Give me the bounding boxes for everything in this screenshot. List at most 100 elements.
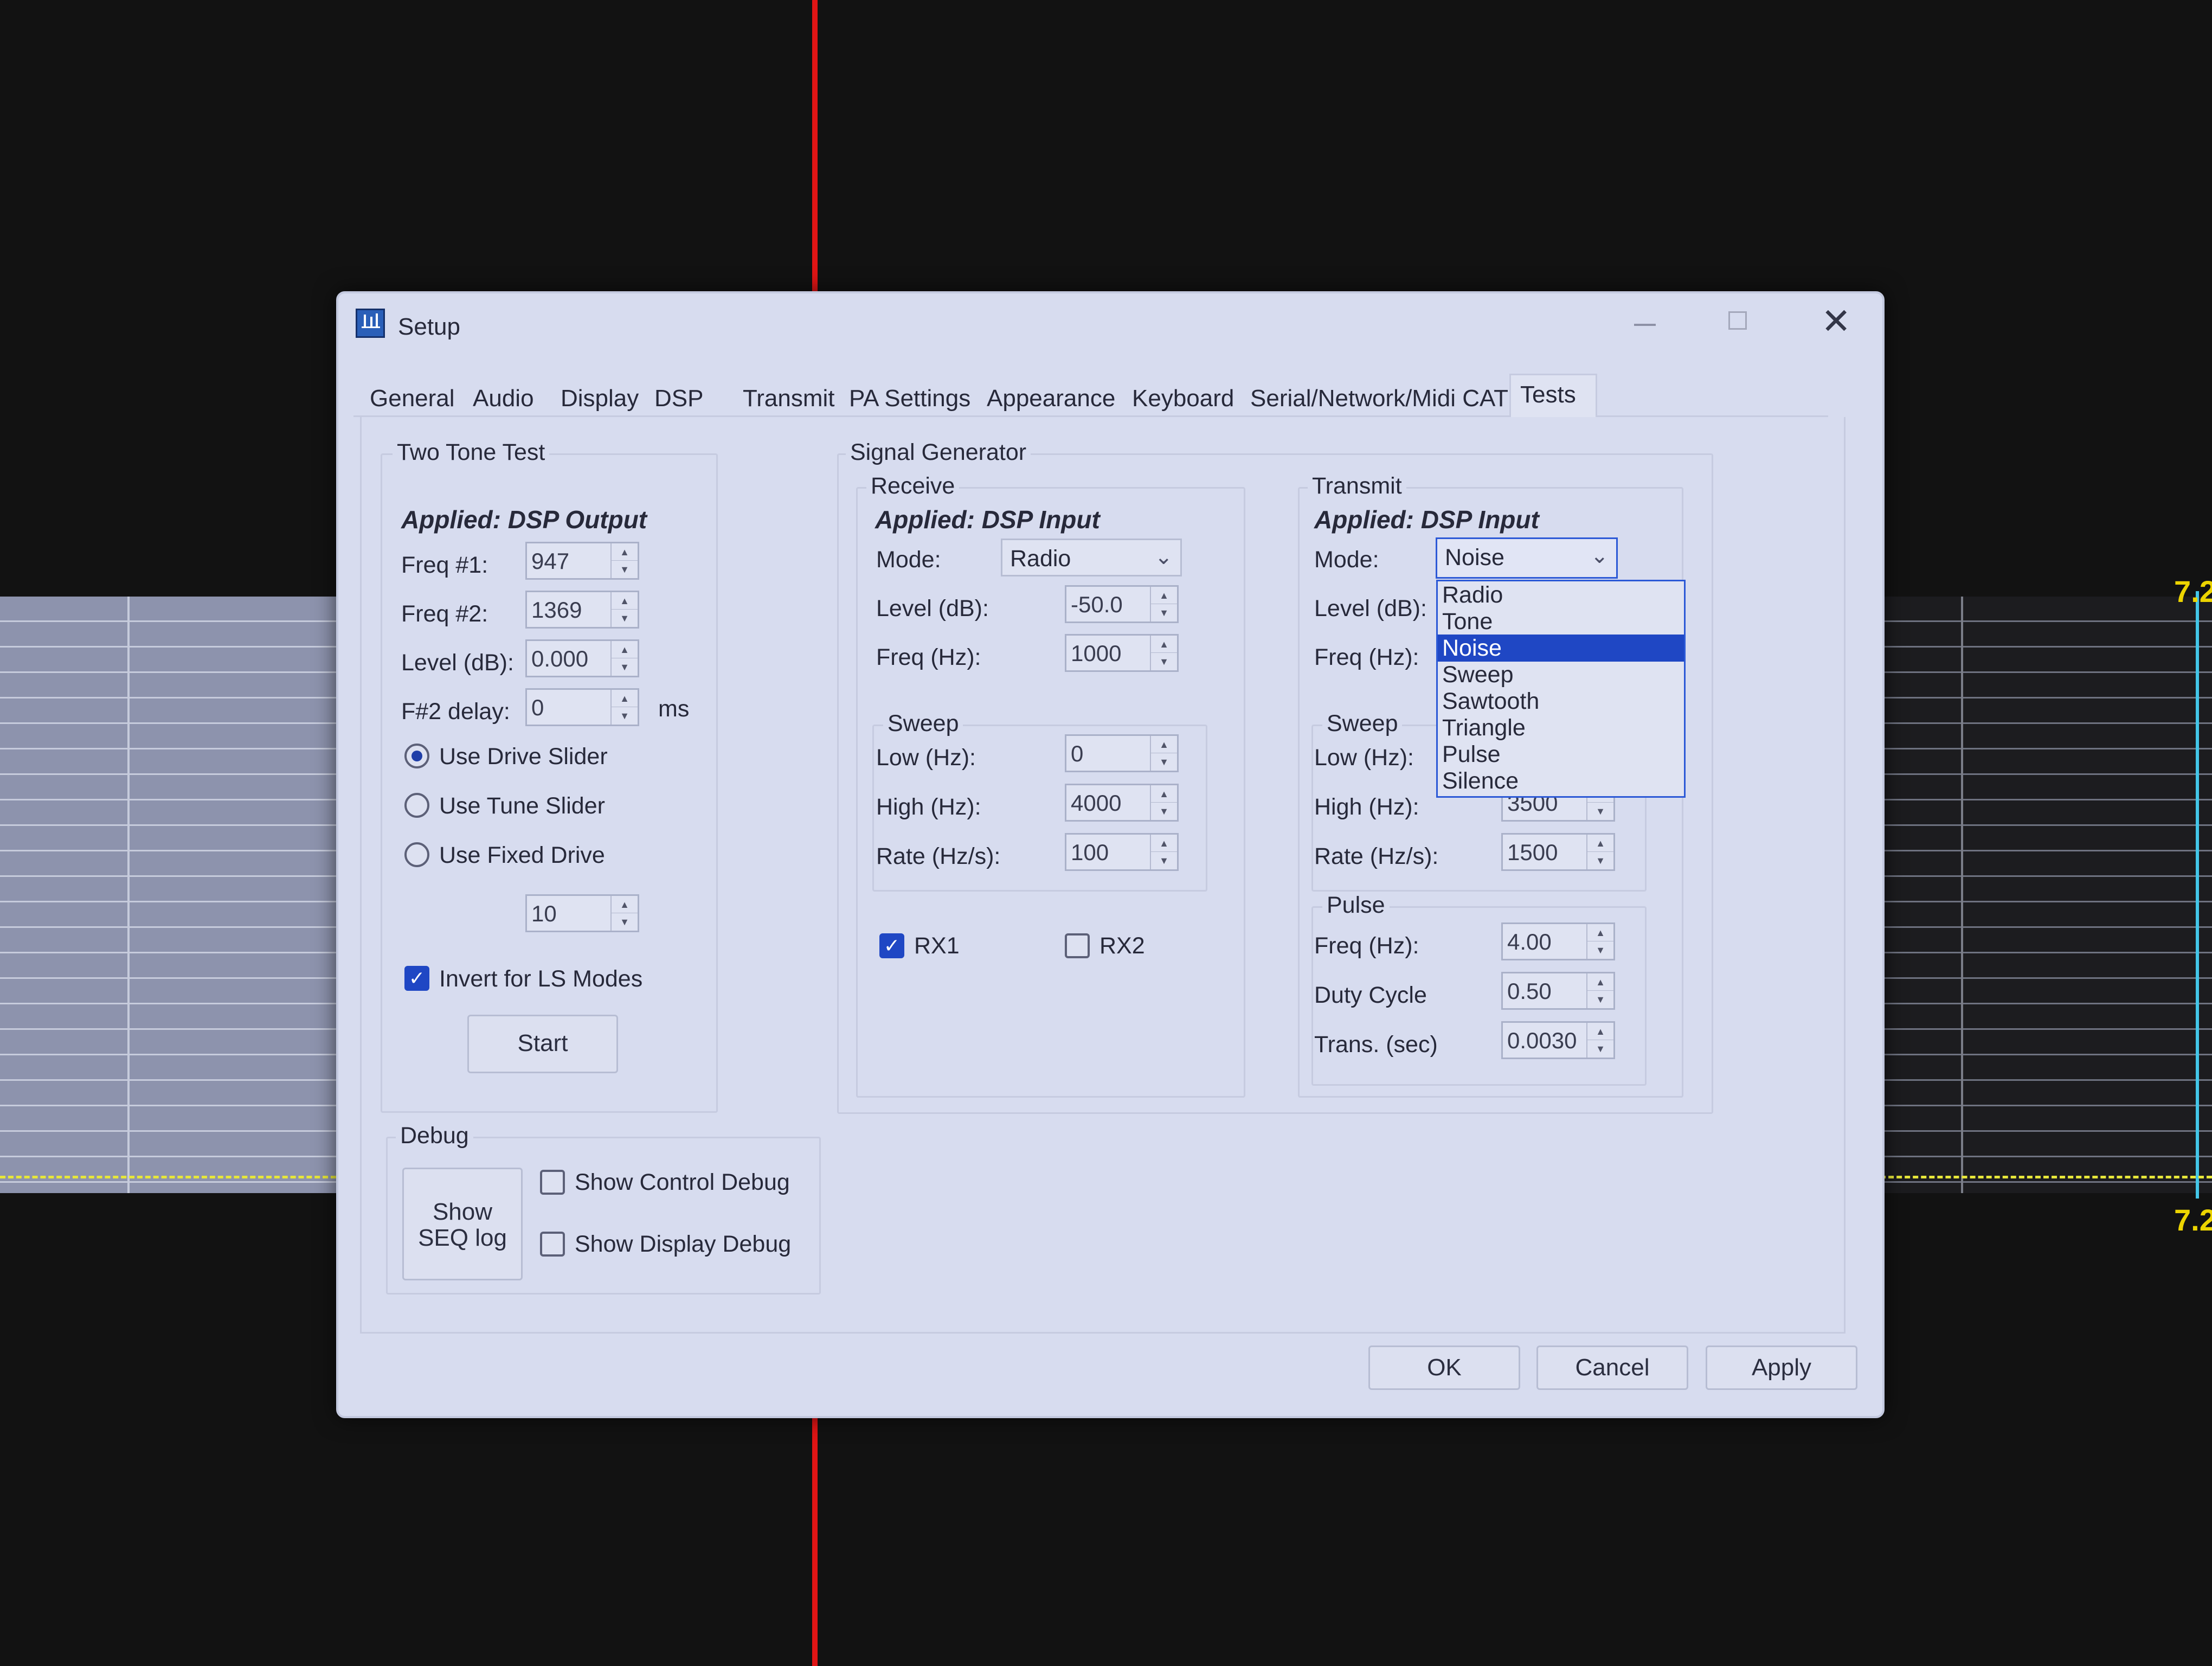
transmit-rate-value: 1500 [1507,840,1558,865]
receive-rate-stepper[interactable]: 100 ▲ ▼ [1065,833,1179,871]
receive-level-label: Level (dB): [876,595,989,621]
rx2-checkbox[interactable] [1065,933,1090,958]
tab-appearance[interactable]: Appearance [987,387,1115,411]
receive-level-value: -50.0 [1071,592,1123,617]
freq2-stepper[interactable]: 1369 ▲ ▼ [525,591,639,629]
tab-display[interactable]: Display [561,387,639,411]
down-arrow-icon[interactable]: ▼ [1587,852,1613,869]
freq1-stepper[interactable]: 947 ▲ ▼ [525,542,639,580]
tab-audio[interactable]: Audio [473,387,534,411]
tab-keyboard[interactable]: Keyboard [1132,387,1234,411]
down-arrow-icon[interactable]: ▼ [612,913,638,931]
receive-mode-select[interactable]: Radio ⌄ [1001,539,1182,576]
mode-option-tone[interactable]: Tone [1438,608,1684,635]
receive-high-value: 4000 [1071,790,1122,816]
down-arrow-icon[interactable]: ▼ [612,707,638,725]
mode-option-noise[interactable]: Noise [1438,635,1684,662]
duty-cycle-stepper[interactable]: 0.50 ▲ ▼ [1501,972,1615,1010]
close-icon[interactable]: ✕ [1821,303,1851,339]
up-arrow-icon[interactable]: ▲ [1587,924,1613,941]
use-tune-slider-radio[interactable] [404,793,429,818]
up-arrow-icon[interactable]: ▲ [1587,1023,1613,1040]
receive-freq-stepper[interactable]: 1000 ▲ ▼ [1065,634,1179,672]
up-arrow-icon[interactable]: ▲ [612,896,638,913]
receive-low-value: 0 [1071,741,1084,766]
tab-dsp[interactable]: DSP [654,387,703,411]
show-display-debug-checkbox[interactable] [540,1232,565,1257]
down-arrow-icon[interactable]: ▼ [1151,852,1177,869]
use-fixed-drive-radio[interactable] [404,842,429,867]
mode-option-pulse[interactable]: Pulse [1438,741,1684,768]
seq-button-line2: SEQ log [418,1225,507,1251]
pulse-freq-label: Freq (Hz): [1314,933,1419,959]
down-arrow-icon[interactable]: ▼ [612,658,638,676]
up-arrow-icon[interactable]: ▲ [1151,636,1177,653]
tab-tests[interactable]: Tests [1520,383,1576,407]
use-drive-slider-radio[interactable] [404,744,429,768]
up-arrow-icon[interactable]: ▲ [1151,587,1177,604]
ok-button[interactable]: OK [1368,1345,1520,1390]
receive-level-stepper[interactable]: -50.0 ▲ ▼ [1065,585,1179,623]
up-arrow-icon[interactable]: ▲ [1151,736,1177,753]
fixed-drive-stepper[interactable]: 10 ▲ ▼ [525,894,639,932]
up-arrow-icon[interactable]: ▲ [1587,835,1613,852]
mode-option-silence[interactable]: Silence [1438,767,1684,794]
minimize-icon[interactable] [1634,324,1656,326]
right-grid-vline [1961,597,1963,1193]
cancel-button[interactable]: Cancel [1536,1345,1688,1390]
receive-rate-label: Rate (Hz/s): [876,843,1001,869]
down-arrow-icon[interactable]: ▼ [1587,803,1613,820]
down-arrow-icon[interactable]: ▼ [612,561,638,578]
tab-transmit[interactable]: Transmit [743,387,835,411]
tab-pa-settings[interactable]: PA Settings [849,387,970,411]
down-arrow-icon[interactable]: ▼ [1587,1040,1613,1058]
up-arrow-icon[interactable]: ▲ [612,690,638,707]
receive-rate-value: 100 [1071,840,1109,865]
mode-option-sweep[interactable]: Sweep [1438,661,1684,688]
receive-low-stepper[interactable]: 0 ▲ ▼ [1065,734,1179,772]
down-arrow-icon[interactable]: ▼ [1587,941,1613,959]
transmit-rate-stepper[interactable]: 1500 ▲ ▼ [1501,833,1615,871]
show-seq-log-button[interactable]: Show SEQ log [402,1168,523,1280]
delay-stepper[interactable]: 0 ▲ ▼ [525,688,639,726]
pulse-freq-stepper[interactable]: 4.00 ▲ ▼ [1501,922,1615,960]
mode-option-triangle[interactable]: Triangle [1438,714,1684,741]
start-button[interactable]: Start [467,1015,618,1073]
up-arrow-icon[interactable]: ▲ [612,641,638,658]
left-grid-panel [0,597,336,1193]
transmit-mode-select[interactable]: Noise ⌄ [1436,537,1618,579]
two-tone-level-stepper[interactable]: 0.000 ▲ ▼ [525,639,639,677]
down-arrow-icon[interactable]: ▼ [1587,991,1613,1008]
chevron-down-icon: ⌄ [1590,544,1609,568]
trans-sec-stepper[interactable]: 0.0030 ▲ ▼ [1501,1021,1615,1059]
up-arrow-icon[interactable]: ▲ [1151,835,1177,852]
rx1-checkbox[interactable]: ✓ [879,933,904,958]
up-arrow-icon[interactable]: ▲ [612,543,638,561]
use-fixed-drive-label: Use Fixed Drive [439,842,605,868]
apply-button[interactable]: Apply [1706,1345,1857,1390]
receive-high-stepper[interactable]: 4000 ▲ ▼ [1065,784,1179,822]
down-arrow-icon[interactable]: ▼ [612,610,638,627]
freq2-label: Freq #2: [401,601,488,627]
maximize-icon[interactable] [1728,311,1747,330]
delay-unit: ms [658,696,690,722]
freq1-value: 947 [531,548,570,574]
tab-general[interactable]: General [370,387,455,411]
down-arrow-icon[interactable]: ▼ [1151,753,1177,771]
mode-option-radio[interactable]: Radio [1438,581,1684,608]
tab-serial-network-midi-cat[interactable]: Serial/Network/Midi CAT [1250,387,1508,411]
down-arrow-icon[interactable]: ▼ [1151,803,1177,820]
up-arrow-icon[interactable]: ▲ [612,592,638,610]
show-control-debug-checkbox[interactable] [540,1170,565,1195]
duty-cycle-value: 0.50 [1507,978,1552,1004]
invert-ls-checkbox[interactable]: ✓ [404,966,429,991]
up-arrow-icon[interactable]: ▲ [1151,785,1177,803]
scale-label-top: 7.2 [2174,574,2212,608]
up-arrow-icon[interactable]: ▲ [1587,973,1613,991]
transmit-mode-dropdown[interactable]: Radio Tone Noise Sweep Sawtooth Triangle… [1436,580,1686,798]
down-arrow-icon[interactable]: ▼ [1151,604,1177,621]
down-arrow-icon[interactable]: ▼ [1151,653,1177,670]
delay-label: F#2 delay: [401,699,510,725]
mode-option-sawtooth[interactable]: Sawtooth [1438,688,1684,715]
delay-value: 0 [531,695,544,720]
